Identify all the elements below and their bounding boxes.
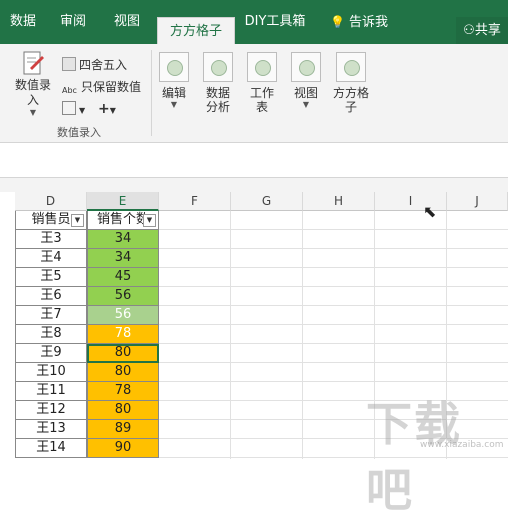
user-add-icon: ⚇ xyxy=(463,23,475,38)
value-cell[interactable]: 56 xyxy=(87,306,159,325)
header-cell-label: 销售员 xyxy=(31,212,71,227)
watermark-url: www.xiazaiba.com xyxy=(420,440,504,450)
view-icon xyxy=(291,52,321,82)
value-cell[interactable]: 89 xyxy=(87,420,159,439)
plus-icon: + xyxy=(98,101,110,117)
view-button[interactable]: 视图 ▼ xyxy=(287,52,325,110)
share-label: 共享 xyxy=(474,23,501,38)
value-cell-selected[interactable]: 80 xyxy=(87,344,159,363)
tab-view[interactable]: 视图 xyxy=(112,0,142,44)
input-values-label: 数值录入 xyxy=(14,78,51,107)
column-header-d[interactable]: D xyxy=(15,192,87,211)
watermark-logo: 下载吧 xyxy=(366,397,462,517)
column-header-g[interactable]: G xyxy=(231,192,303,211)
name-cell[interactable]: 王8 xyxy=(15,325,87,344)
formula-bar[interactable] xyxy=(0,143,508,178)
data-analysis-label: 数据分析 xyxy=(205,86,230,114)
tab-review[interactable]: 审阅 xyxy=(58,0,88,44)
group-label-input: 数值录入 xyxy=(57,126,101,139)
name-cell[interactable]: 王12 xyxy=(15,401,87,420)
value-cell[interactable]: 78 xyxy=(87,382,159,401)
value-cell[interactable]: 56 xyxy=(87,287,159,306)
chevron-down-icon: ▼ xyxy=(170,100,178,109)
value-cell[interactable]: 78 xyxy=(87,325,159,344)
lightbulb-icon: 💡 xyxy=(330,15,345,29)
worksheet-button[interactable]: 工作表 xyxy=(243,52,281,114)
name-cell[interactable]: 王7 xyxy=(15,306,87,325)
keep-values-button[interactable]: Abc 只保留数值 xyxy=(62,78,141,96)
tab-fangfang[interactable]: 方方格子 xyxy=(157,17,235,45)
header-cell-label: 销售个数 xyxy=(96,212,149,227)
value-cell[interactable]: 80 xyxy=(87,401,159,420)
name-cell[interactable]: 王10 xyxy=(15,363,87,382)
column-header-j[interactable]: J xyxy=(447,192,508,211)
fangfang-icon xyxy=(336,52,366,82)
edit-button[interactable]: 编辑 ▼ xyxy=(155,52,193,110)
name-cell[interactable]: 王14 xyxy=(15,439,87,458)
input-values-button[interactable]: 数值录入 ▼ xyxy=(10,50,56,118)
name-cell[interactable]: 王13 xyxy=(15,420,87,439)
abc-icon: Abc xyxy=(62,86,77,95)
data-analysis-button[interactable]: 数据分析 xyxy=(196,52,240,114)
header-cell-salesperson[interactable]: 销售员 ▼ xyxy=(15,211,87,230)
filter-dropdown-icon[interactable]: ▼ xyxy=(71,214,84,227)
ribbon-tab-bar: 数据 审阅 视图 方方格子 DIY工具箱 💡 告诉我 ⚇共享 xyxy=(0,0,508,45)
tab-diy-toolbox[interactable]: DIY工具箱 xyxy=(243,0,307,44)
group-divider xyxy=(151,50,152,136)
view-label: 视图 xyxy=(293,86,318,100)
column-header-e[interactable]: E xyxy=(87,192,159,211)
header-cell-sales-count[interactable]: 销售个数 ▼ xyxy=(87,211,159,230)
round-label: 四舍五入 xyxy=(79,58,128,72)
mouse-cursor-icon: ⬉ xyxy=(423,202,437,221)
name-cell[interactable]: 王9 xyxy=(15,344,87,363)
filter-dropdown-icon[interactable]: ▼ xyxy=(143,214,156,227)
edit-label: 编辑 xyxy=(161,86,186,100)
chevron-down-icon: ▼ xyxy=(29,108,37,117)
chevron-down-icon: ▼ xyxy=(109,106,116,115)
add-button[interactable]: +▼ xyxy=(98,100,116,118)
document-edit-icon xyxy=(23,51,44,75)
share-button[interactable]: ⚇共享 xyxy=(456,17,508,44)
value-cell[interactable]: 45 xyxy=(87,268,159,287)
value-cell[interactable]: 90 xyxy=(87,439,159,458)
chevron-down-icon: ▼ xyxy=(302,100,310,109)
analysis-icon xyxy=(203,52,233,82)
round-button[interactable]: 四舍五入 xyxy=(62,56,127,74)
edit-icon xyxy=(159,52,189,82)
formula-spacer xyxy=(0,178,508,192)
worksheet-icon xyxy=(247,52,277,82)
chevron-down-icon: ▼ xyxy=(79,106,86,115)
value-cell[interactable]: 34 xyxy=(87,249,159,268)
pencil-icon xyxy=(62,101,76,115)
worksheet-label: 工作表 xyxy=(249,86,274,114)
column-header-h[interactable]: H xyxy=(303,192,375,211)
value-cell[interactable]: 80 xyxy=(87,363,159,382)
name-cell[interactable]: 王4 xyxy=(15,249,87,268)
fangfang-label: 方方格子 xyxy=(332,86,369,114)
round-icon xyxy=(62,57,76,71)
ribbon-panel: 数值录入 ▼ 四舍五入 Abc 只保留数值 ▼ +▼ 数值录入 编辑 ▼ 数据分析… xyxy=(0,44,508,143)
value-cell[interactable]: 34 xyxy=(87,230,159,249)
tab-data[interactable]: 数据 xyxy=(8,0,38,44)
column-header-f[interactable]: F xyxy=(159,192,231,211)
keep-values-label: 只保留数值 xyxy=(81,80,142,94)
edit-tools-dropdown[interactable]: ▼ xyxy=(62,100,85,118)
tab-tell-me[interactable]: 💡 告诉我 xyxy=(325,0,393,44)
name-cell[interactable]: 王3 xyxy=(15,230,87,249)
name-cell[interactable]: 王5 xyxy=(15,268,87,287)
tell-me-label: 告诉我 xyxy=(348,15,388,30)
fangfang-button[interactable]: 方方格子 xyxy=(329,52,373,114)
name-cell[interactable]: 王11 xyxy=(15,382,87,401)
name-cell[interactable]: 王6 xyxy=(15,287,87,306)
